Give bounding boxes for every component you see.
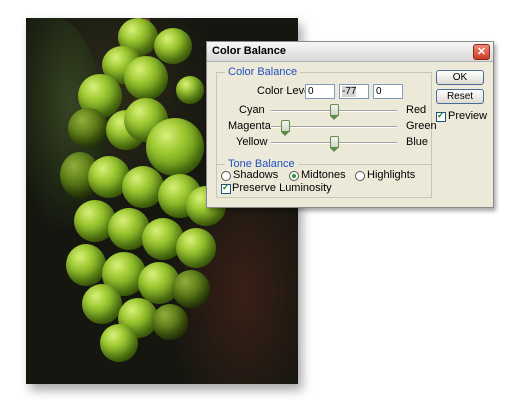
grape	[176, 76, 204, 104]
slider-label-magenta: Magenta	[228, 120, 271, 132]
tone-balance-group: Tone Balance Shadows Midtones Highlights…	[216, 158, 432, 198]
grape	[66, 244, 106, 286]
grape	[176, 228, 216, 268]
level-value-magenta-green: -77	[342, 86, 357, 97]
preserve-luminosity-checkbox[interactable]	[221, 182, 231, 194]
reset-button[interactable]: Reset	[436, 89, 484, 104]
slider-thumb-yellow-blue[interactable]	[330, 136, 339, 152]
slider-label-cyan: Cyan	[239, 104, 265, 116]
radio-label-shadows[interactable]: Shadows	[233, 169, 278, 181]
radio-midtones[interactable]	[289, 171, 299, 181]
title-bar[interactable]: Color Balance ✕	[207, 42, 493, 62]
slider-label-blue: Blue	[406, 136, 429, 148]
slider-thumb-magenta-green[interactable]	[281, 120, 291, 136]
grape	[82, 284, 122, 324]
preview-checkbox[interactable]	[436, 110, 446, 122]
radio-label-highlights[interactable]: Highlights	[367, 169, 415, 181]
radio-highlights[interactable]	[355, 171, 365, 181]
preview-label[interactable]: Preview	[448, 110, 487, 122]
dialog-title: Color Balance	[212, 45, 286, 57]
grape	[122, 166, 164, 208]
grape	[124, 56, 168, 100]
close-icon[interactable]: ✕	[473, 44, 490, 60]
color-balance-group: Color Balance Color Levels: 0 -77 0 Cyan…	[216, 66, 437, 165]
slider-label-red: Red	[406, 104, 427, 116]
radio-label-midtones[interactable]: Midtones	[301, 169, 346, 181]
radio-shadows[interactable]	[221, 171, 231, 181]
slider-label-green: Green	[406, 120, 437, 132]
color-balance-dialog: Color Balance ✕ Color Balance Color Leve…	[206, 41, 494, 208]
ok-button[interactable]: OK	[436, 70, 484, 85]
color-balance-legend: Color Balance	[225, 66, 301, 78]
grape	[68, 108, 108, 148]
level-field-magenta-green[interactable]: -77	[339, 84, 369, 99]
grape	[100, 324, 138, 362]
grape	[172, 270, 210, 308]
level-field-cyan-red[interactable]: 0	[305, 84, 335, 99]
grape	[154, 28, 192, 64]
grape	[146, 118, 204, 176]
grape	[152, 304, 188, 340]
preserve-luminosity-label[interactable]: Preserve Luminosity	[232, 182, 332, 194]
slider-label-yellow: Yellow	[236, 136, 268, 148]
level-field-yellow-blue[interactable]: 0	[373, 84, 403, 99]
slider-thumb-cyan-red[interactable]	[330, 104, 339, 120]
